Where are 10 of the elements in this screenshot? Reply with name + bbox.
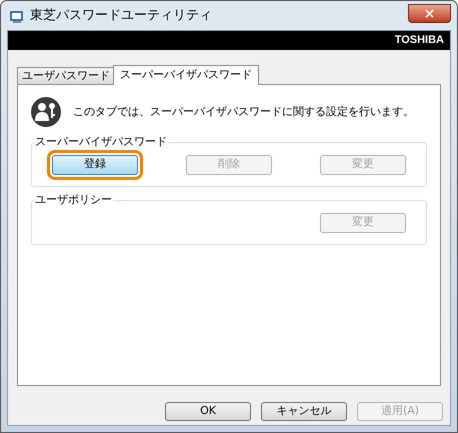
description-text: このタブでは、スーパーバイザパスワードに関する設定を行います。 <box>73 104 414 120</box>
group-legend: ユーザポリシー <box>34 193 113 206</box>
window-title: 東芝パスワードユーティリティ <box>30 6 212 25</box>
tab[interactable]: ユーザパスワード <box>17 67 115 84</box>
group-legend: スーパーバイザパスワード <box>34 135 168 148</box>
user-key-icon <box>31 97 61 127</box>
tab[interactable]: スーパーバイザパスワード <box>113 65 259 85</box>
brand-logo-text: TOSHIBA <box>394 33 444 48</box>
button[interactable]: キャンセル <box>261 402 347 421</box>
button[interactable]: OK <box>165 402 251 421</box>
